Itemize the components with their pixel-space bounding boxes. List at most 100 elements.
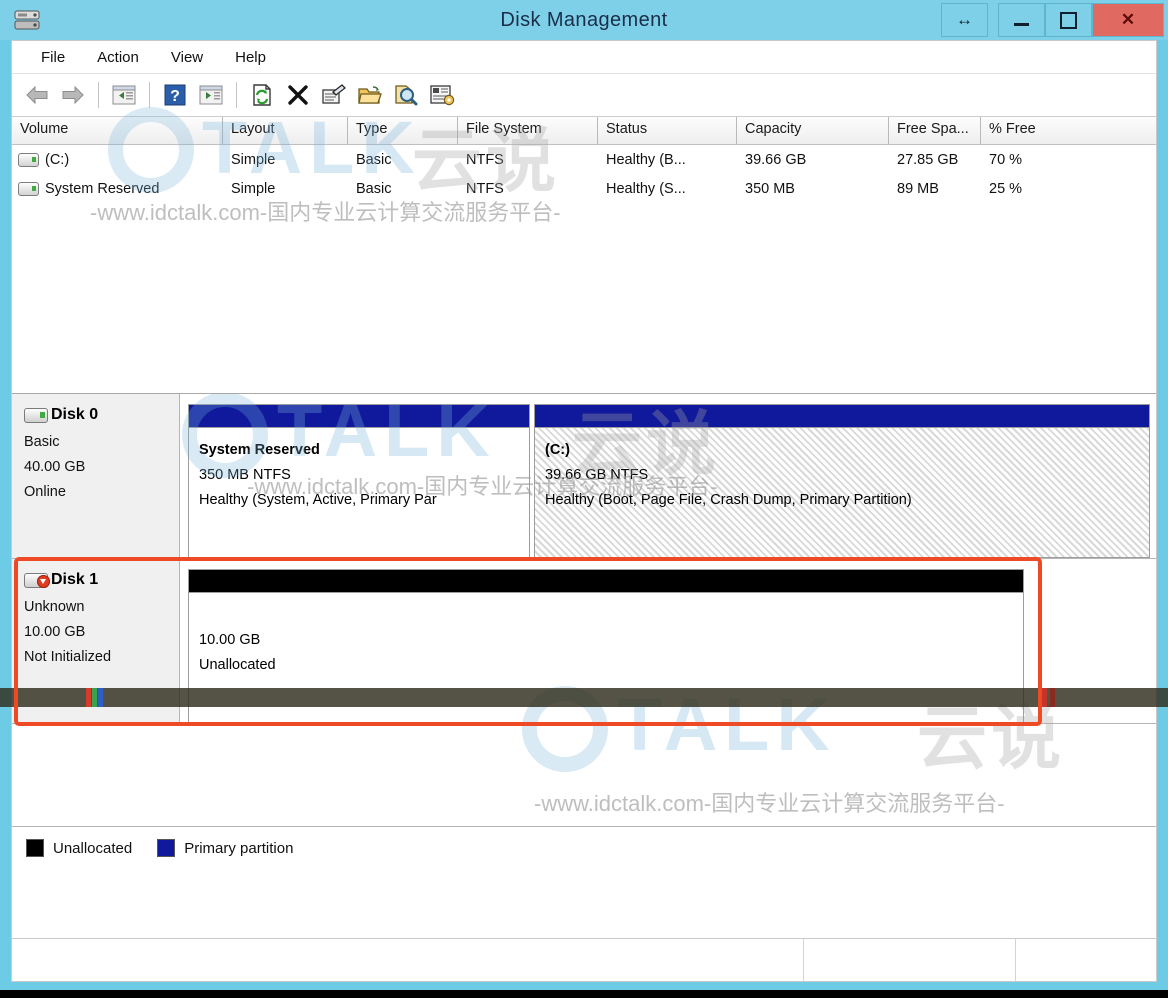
menu-help[interactable]: Help [222,46,279,69]
legend-swatch-primary-partition [157,839,176,857]
show-hide-console-tree-icon[interactable] [107,78,141,112]
column-header-file-system[interactable]: File System [458,117,598,144]
disk-row-1[interactable]: Disk 1 Unknown 10.00 GB Not Initialized … [12,559,1156,724]
disk-1-title: Disk 1 [24,571,179,589]
watermark-url: -www.idctalk.com-国内专业云计算交流服务平台- [534,791,1005,816]
disk-0-info: Disk 0 Basic 40.00 GB Online [12,394,180,559]
legend-swatch-unallocated [26,839,44,857]
legend-label-primary-partition: Primary partition [184,839,294,857]
partition-details: (C:) 39.66 GB NTFS Healthy (Boot, Page F… [535,428,1149,557]
resize-arrow-icon: ↔ [956,10,973,29]
volume-list-header: Volume Layout Type File System Status Ca… [12,117,1156,145]
disk-1-size: 10.00 GB [24,624,86,640]
close-button[interactable]: ✕ [1092,3,1164,37]
menu-action[interactable]: Action [84,46,152,69]
column-header-layout[interactable]: Layout [223,117,348,144]
disk-1-name: Disk 1 [51,571,99,588]
all-tasks-icon[interactable] [425,78,459,112]
cell-volume: (C:) [12,152,223,168]
cell-file-system: NTFS [466,180,504,197]
partition-c-drive[interactable]: (C:) 39.66 GB NTFS Healthy (Boot, Page F… [534,404,1150,558]
column-header-status[interactable]: Status [598,117,737,144]
disk-row-0[interactable]: Disk 0 Basic 40.00 GB Online System Rese… [12,394,1156,559]
partition-color-bar [189,570,1023,593]
menu-view[interactable]: View [158,46,216,69]
disk-warning-icon [24,572,50,588]
cell-capacity: 350 MB [745,180,795,197]
partition-size-fs: 350 MB NTFS [199,467,291,483]
table-row[interactable]: System Reserved Simple Basic NTFS Health… [12,174,1156,203]
disk-0-size: 40.00 GB [24,459,86,475]
volume-list-pane: Volume Layout Type File System Status Ca… [12,106,1156,394]
table-row[interactable]: (C:) Simple Basic NTFS Healthy (B... 39.… [12,145,1156,174]
minimize-icon [1014,22,1029,26]
title-bar: Disk Management ↔ ✕ [0,0,1168,40]
toolbar: ? [12,74,1156,117]
menu-file[interactable]: File [28,46,78,69]
delete-icon[interactable] [281,78,315,112]
cell-capacity: 39.66 GB [745,151,807,168]
partition-status: Healthy (System, Active, Primary Par [199,492,437,508]
refresh-icon[interactable] [245,78,279,112]
cell-status: Healthy (S... [606,180,686,197]
disk-graphical-pane: TALK 云说 -www.idctalk.com-国内专业云计算交流服务平台- … [12,394,1156,869]
cell-volume: System Reserved [12,181,223,197]
back-arrow-icon[interactable] [20,78,54,112]
cell-layout: Simple [231,180,276,197]
resize-button[interactable]: ↔ [941,3,988,37]
column-header-percent-free[interactable]: % Free [981,117,1156,144]
column-header-volume[interactable]: Volume [12,117,223,144]
toolbar-separator [98,82,99,108]
show-hide-action-pane-icon[interactable] [194,78,228,112]
status-bar-message [12,939,804,981]
status-bar-section-2 [804,939,1016,981]
cell-volume-label: System Reserved [45,180,160,197]
cell-layout: Simple [231,151,276,168]
properties-icon[interactable] [317,78,351,112]
rescan-disks-icon[interactable] [389,78,423,112]
minimize-button[interactable] [998,3,1045,37]
partition-name: (C:) [545,442,570,458]
partition-size-fs: 39.66 GB NTFS [545,467,649,483]
forward-arrow-icon[interactable] [56,78,90,112]
disk-0-title: Disk 0 [24,406,179,424]
help-icon[interactable]: ? [158,78,192,112]
window-controls: ↔ ✕ [941,3,1164,37]
toolbar-separator [149,82,150,108]
open-folder-icon[interactable] [353,78,387,112]
partition-system-reserved[interactable]: System Reserved 350 MB NTFS Healthy (Sys… [188,404,530,558]
partition-status: Unallocated [199,657,276,673]
partition-unallocated[interactable]: 10.00 GB Unallocated [188,569,1024,723]
status-bar-section-3 [1016,939,1156,981]
toolbar-separator [236,82,237,108]
disk-0-name: Disk 0 [51,406,99,423]
disk-0-state: Online [24,484,66,500]
bottom-edge [0,990,1168,998]
column-header-free-space[interactable]: Free Spa... [889,117,981,144]
cell-free-space: 89 MB [897,180,939,197]
partition-color-bar [189,405,529,428]
maximize-icon [1060,11,1077,29]
cell-percent-free: 70 % [989,151,1023,168]
status-bar [11,938,1157,982]
menu-bar: File Action View Help [12,41,1156,74]
disk-ok-icon [24,407,48,423]
partition-name: System Reserved [199,442,320,458]
svg-text:?: ? [170,88,180,105]
column-header-capacity[interactable]: Capacity [737,117,889,144]
drive-icon [18,152,39,167]
partition-size-fs: 10.00 GB [199,632,261,648]
disk-1-partitions: 10.00 GB Unallocated [180,559,1156,724]
column-header-type[interactable]: Type [348,117,458,144]
cell-free-space: 27.85 GB [897,151,959,168]
drive-icon [18,181,39,196]
disk-0-kind: Basic [24,434,60,450]
partition-details: System Reserved 350 MB NTFS Healthy (Sys… [189,428,529,557]
legend-label-unallocated: Unallocated [53,839,133,857]
client-area: File Action View Help ? Volume Layout Ty… [11,40,1157,976]
partition-status: Healthy (Boot, Page File, Crash Dump, Pr… [545,492,912,508]
disk-1-kind: Unknown [24,599,85,615]
legend: Unallocated Primary partition [12,826,1156,869]
disk-0-partitions: System Reserved 350 MB NTFS Healthy (Sys… [180,394,1156,559]
maximize-button[interactable] [1045,3,1092,37]
